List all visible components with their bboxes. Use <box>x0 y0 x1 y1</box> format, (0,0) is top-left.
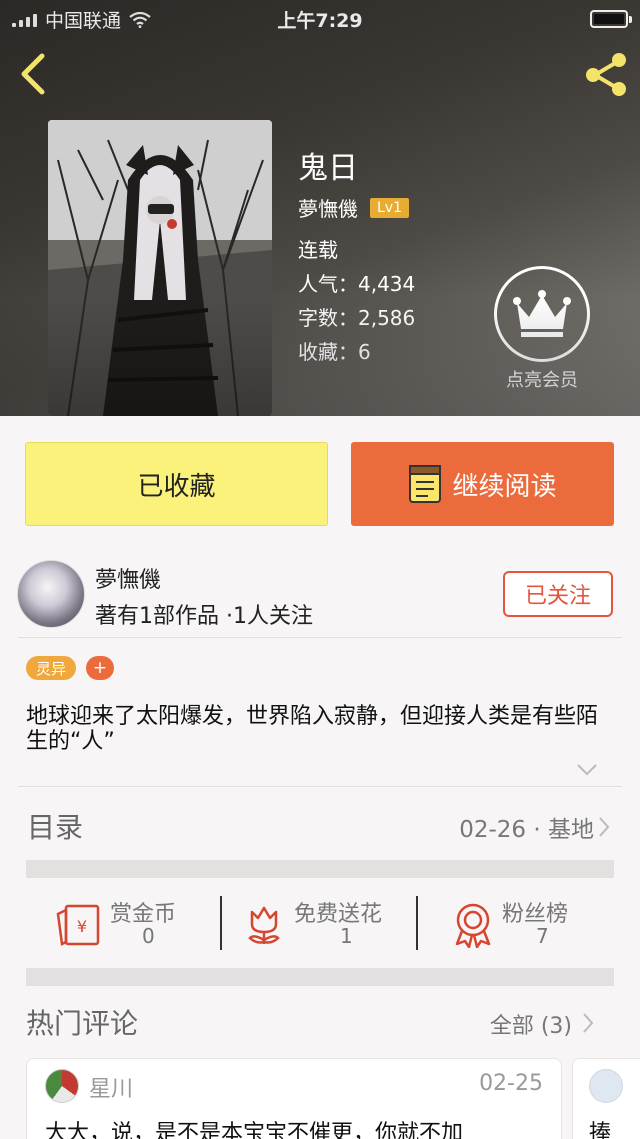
fan-ranking-button[interactable]: 粉丝榜 7 <box>452 890 592 956</box>
stat-value: 0 <box>142 924 155 948</box>
chevron-down-icon <box>577 764 597 776</box>
book-title: 鬼日 <box>298 151 358 186</box>
red-envelope-icon: ¥ <box>56 904 100 946</box>
follow-button[interactable]: 已关注 <box>503 571 613 617</box>
collect-button[interactable]: 已收藏 <box>25 442 328 526</box>
book-word-count: 字数：2,586 <box>298 306 416 330</box>
book-favorites: 收藏：6 <box>298 340 371 364</box>
book-icon <box>409 465 442 503</box>
vip-button[interactable]: 点亮会员 <box>492 266 592 392</box>
continue-reading-button[interactable]: 继续阅读 <box>351 442 614 526</box>
book-popularity: 人气：4,434 <box>298 272 416 296</box>
svg-text:¥: ¥ <box>77 917 87 936</box>
commenter-avatar[interactable] <box>589 1069 623 1103</box>
author-block-name[interactable]: 夢憮僟 <box>95 562 161 594</box>
chevron-left-icon <box>21 53 45 95</box>
comment-text: 捧 <box>589 1121 612 1139</box>
clock: 上午7:29 <box>277 10 363 32</box>
chevron-right-icon <box>599 817 610 837</box>
section-separator <box>26 968 614 986</box>
stat-value: 1 <box>340 924 353 948</box>
divider <box>18 786 622 787</box>
add-tag-label: + <box>92 658 108 678</box>
genre-tag-label: 灵异 <box>35 659 66 678</box>
author-avatar[interactable] <box>17 560 85 628</box>
stat-divider <box>416 896 418 950</box>
back-button[interactable] <box>14 52 54 96</box>
crown-icon <box>513 290 571 337</box>
comment-date: 02-25 <box>479 1071 543 1096</box>
continue-reading-label: 继续阅读 <box>452 471 557 502</box>
commenter-name[interactable]: 星川 <box>89 1071 133 1103</box>
share-icon <box>586 53 626 96</box>
battery-icon <box>590 10 632 28</box>
cover-artwork <box>48 120 272 416</box>
book-cover[interactable] <box>48 120 272 416</box>
free-flower-button[interactable]: 免费送花 1 <box>244 890 404 956</box>
author-row: 夢憮僟 Lv1 <box>298 193 409 222</box>
share-button[interactable] <box>582 50 630 98</box>
flower-icon <box>248 906 280 944</box>
comment-card[interactable]: 星川 02-25 大大，说，是不是本宝宝不催更，你就不加 <box>26 1058 562 1139</box>
all-comments-link[interactable]: 全部 (3) <box>490 1008 572 1040</box>
stat-label: 免费送花 <box>294 902 383 927</box>
vip-label: 点亮会员 <box>506 370 578 391</box>
stat-label: 粉丝榜 <box>502 902 569 927</box>
hot-comments-title: 热门评论 <box>26 1007 139 1040</box>
book-status: 连载 <box>298 238 338 262</box>
stat-value: 7 <box>536 924 549 948</box>
toc-title: 目录 <box>27 811 84 844</box>
book-description: 地球迎来了太阳爆发，世界陷入寂静，但迎接人类是有些陌生的“人” <box>26 704 599 754</box>
status-bar: 中国联通 上午7:29 <box>0 0 640 36</box>
comment-card[interactable]: 捧 <box>572 1058 640 1139</box>
author-name[interactable]: 夢憮僟 <box>298 193 358 222</box>
medal-icon <box>455 903 491 948</box>
level-badge: Lv1 <box>370 197 409 218</box>
table-of-contents-row[interactable]: 目录 02-26 · 基地 <box>0 788 640 860</box>
comment-text: 大大，说，是不是本宝宝不催更，你就不加 <box>45 1121 464 1139</box>
add-tag-button[interactable]: + <box>86 656 114 680</box>
author-block-stats: 著有1部作品 ·1人关注 <box>95 604 313 629</box>
chevron-right-icon <box>583 1013 594 1033</box>
reward-coins-button[interactable]: ¥ 赏金币 0 <box>56 890 206 956</box>
toc-latest-chapter: 02-26 · 基地 <box>459 817 594 843</box>
book-header: 中国联通 上午7:29 鬼日 夢憮僟 Lv1 连载 人气：4,434 字数：2,… <box>0 0 640 416</box>
follow-label: 已关注 <box>524 584 591 609</box>
vip-badge <box>494 266 590 362</box>
genre-tag[interactable]: 灵异 <box>26 656 76 680</box>
collect-label: 已收藏 <box>137 471 216 502</box>
expand-description-button[interactable] <box>576 762 598 781</box>
stat-divider <box>220 896 222 950</box>
section-separator <box>26 860 614 878</box>
commenter-avatar[interactable] <box>45 1069 79 1103</box>
divider <box>18 637 622 638</box>
